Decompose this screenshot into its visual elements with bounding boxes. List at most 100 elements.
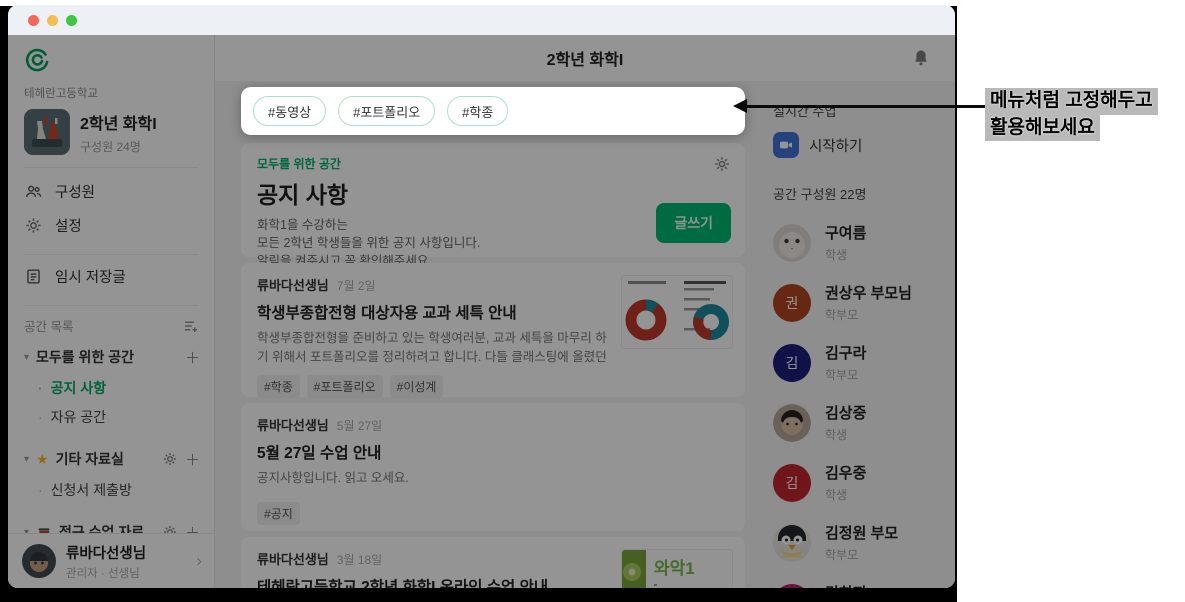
start-label: 시작하기	[809, 138, 863, 155]
post-tag[interactable]: #이성계	[389, 375, 444, 398]
divider	[24, 167, 198, 168]
letter-avatar: 권	[773, 283, 811, 322]
annotation-text: 메뉴처럼 고정해두고 활용해보세요	[985, 88, 1158, 142]
member-row[interactable]: 김 김구라 학부모	[773, 342, 955, 383]
classting-logo-icon[interactable]	[24, 47, 50, 73]
class-name: 2학년 화학I	[80, 115, 157, 133]
chevron-down-icon[interactable]: ▾	[24, 352, 29, 363]
member-row[interactable]: 김상중 학생	[773, 402, 955, 443]
chevron-down-icon[interactable]: ▾	[24, 454, 29, 465]
app-header: 2학년 화학I	[215, 35, 955, 81]
minimize-window-button[interactable]	[47, 14, 58, 26]
school-name: 테헤란고등학교	[24, 88, 99, 100]
kiwi-image: 와악1	[622, 550, 732, 588]
space-settings-icon[interactable]	[162, 451, 178, 467]
member-role: 학부모	[825, 308, 859, 322]
space-group-label: 기타 자료실	[55, 451, 124, 467]
member-name: 권상우 부모님	[825, 285, 912, 302]
live-class-label: 실시간 수업	[773, 104, 837, 119]
space-list-label: 공간 목록	[24, 320, 74, 334]
post-thumbnail: 와악1	[621, 549, 733, 588]
space-item-label: 자유 공간	[50, 408, 107, 425]
post-card[interactable]: 류바다선생님 5월 27일 5월 27일 수업 안내 공지사항입니다. 읽고 오…	[241, 403, 745, 552]
letter-avatar: 김	[773, 343, 811, 382]
member-role: 학생	[825, 248, 848, 262]
gear-icon	[25, 217, 42, 233]
bullet-icon: ·	[38, 379, 43, 396]
sidebar-item-drafts[interactable]: 임시 저장글	[8, 259, 214, 293]
member-row[interactable]: 권 권상우 부모님 학부모	[773, 282, 955, 323]
sidebar-item-notice-space[interactable]: · 공지 사항	[8, 373, 214, 402]
annotation-arrowhead	[733, 99, 747, 113]
member-name: 김정원 부모	[825, 525, 899, 542]
feed-column: #동영상 #포트폴리오 #학종 모두를 위한 공간 공지 사항 화학1을 수강하…	[215, 81, 755, 588]
avatar	[773, 403, 811, 442]
member-row[interactable]: 김 김희진 학생	[773, 582, 955, 588]
avatar	[773, 523, 811, 562]
hashtag-chip[interactable]: #포트폴리오	[338, 96, 436, 126]
member-row[interactable]: 김 김우중 학생	[773, 462, 955, 503]
member-name: 김희진	[825, 582, 866, 588]
start-live-class-button[interactable]: 시작하기	[773, 132, 955, 158]
member-name: 김구라	[825, 345, 867, 362]
sidebar-item-settings[interactable]: 설정	[8, 208, 214, 242]
app-window: 테헤란고등학교 2학년 화학I 구성원 24명 구성원 설정 임시 저장글 공간…	[8, 5, 955, 588]
add-space-icon[interactable]: ＋	[185, 449, 200, 470]
post-author: 류바다선생님	[257, 278, 329, 293]
add-space-icon[interactable]: ＋	[185, 347, 200, 368]
post-date: 5월 27일	[336, 419, 383, 433]
sidebar-item-members[interactable]: 구성원	[8, 174, 214, 208]
chevron-right-icon[interactable]: ›	[196, 551, 202, 571]
post-body: 학생부종합전형을 준비하고 있는 학생여러분, 교과 세특을 마무리 하기 위해…	[257, 331, 607, 364]
sidebar-item-label: 설정	[55, 218, 82, 235]
post-date: 7월 2일	[336, 279, 376, 293]
letter-avatar: 김	[773, 463, 811, 502]
letter-avatar: 김	[773, 583, 811, 588]
post-author: 류바다선생님	[257, 552, 329, 567]
class-summary[interactable]: 2학년 화학I 구성원 24명	[24, 109, 200, 155]
post-tag[interactable]: #공지	[257, 501, 300, 525]
sidebar-item-form-room[interactable]: · 신청서 제출방	[8, 475, 214, 504]
post-card[interactable]: 류바다선생님 3월 18일 테헤란고등학교 2학년 화학I 온라인 수업 안내 …	[241, 537, 745, 588]
space-group-badge: 모두를 위한 공간	[257, 157, 341, 171]
sidebar-item-free-space[interactable]: · 자유 공간	[8, 402, 214, 431]
avatar	[22, 544, 56, 578]
member-role: 학부모	[825, 548, 859, 562]
page-title: 2학년 화학I	[546, 52, 624, 69]
sidebar-item-label: 임시 저장글	[55, 269, 126, 286]
space-group-misc[interactable]: ▾ ★ 기타 자료실 ＋	[8, 443, 214, 475]
post-card[interactable]: 류바다선생님 7월 2일 학생부종합전형 대상자용 교과 세특 안내 학생부종합…	[241, 263, 745, 425]
space-group-everyone[interactable]: ▾ 모두를 위한 공간 ＋	[8, 341, 214, 373]
divider	[24, 254, 198, 255]
pinned-hashtag-bar: #동영상 #포트폴리오 #학종	[241, 87, 745, 135]
space-group-label: 모두를 위한 공간	[36, 349, 134, 365]
penguin-photo-avatar	[773, 523, 811, 562]
profile-role: 관리자 · 선생님	[66, 567, 140, 580]
bell-icon[interactable]	[911, 48, 931, 68]
member-role: 학생	[825, 428, 848, 442]
add-list-icon[interactable]	[182, 317, 200, 335]
hashtag-chip[interactable]: #동영상	[253, 96, 327, 126]
hashtag-chip[interactable]: #학종	[447, 96, 509, 126]
member-row[interactable]: 김정원 부모 학부모	[773, 522, 955, 563]
profile-name: 류바다선생님	[66, 545, 147, 562]
member-role: 학생	[825, 488, 848, 502]
post-tag[interactable]: #포트폴리오	[306, 375, 383, 398]
space-members-label: 공간 구성원 22명	[773, 187, 867, 202]
member-row[interactable]: 구여름 학생	[773, 222, 955, 263]
member-name: 김상중	[825, 405, 867, 422]
space-settings-gear-icon[interactable]	[713, 155, 731, 173]
annotation-arrow-line	[746, 105, 992, 108]
post-tag[interactable]: #학종	[257, 375, 300, 398]
divider	[24, 305, 198, 306]
close-window-button[interactable]	[28, 14, 39, 26]
cat-photo-avatar	[773, 223, 811, 262]
write-post-button[interactable]: 글쓰기	[656, 203, 731, 243]
post-thumbnail	[621, 275, 733, 349]
zoom-window-button[interactable]	[66, 14, 77, 26]
people-icon	[26, 185, 42, 198]
space-item-label: 신청서 제출방	[50, 481, 132, 498]
profile-bar[interactable]: 류바다선생님 관리자 · 선생님 ›	[8, 533, 214, 588]
class-member-count: 구성원 24명	[80, 139, 141, 154]
avatar	[773, 223, 811, 262]
